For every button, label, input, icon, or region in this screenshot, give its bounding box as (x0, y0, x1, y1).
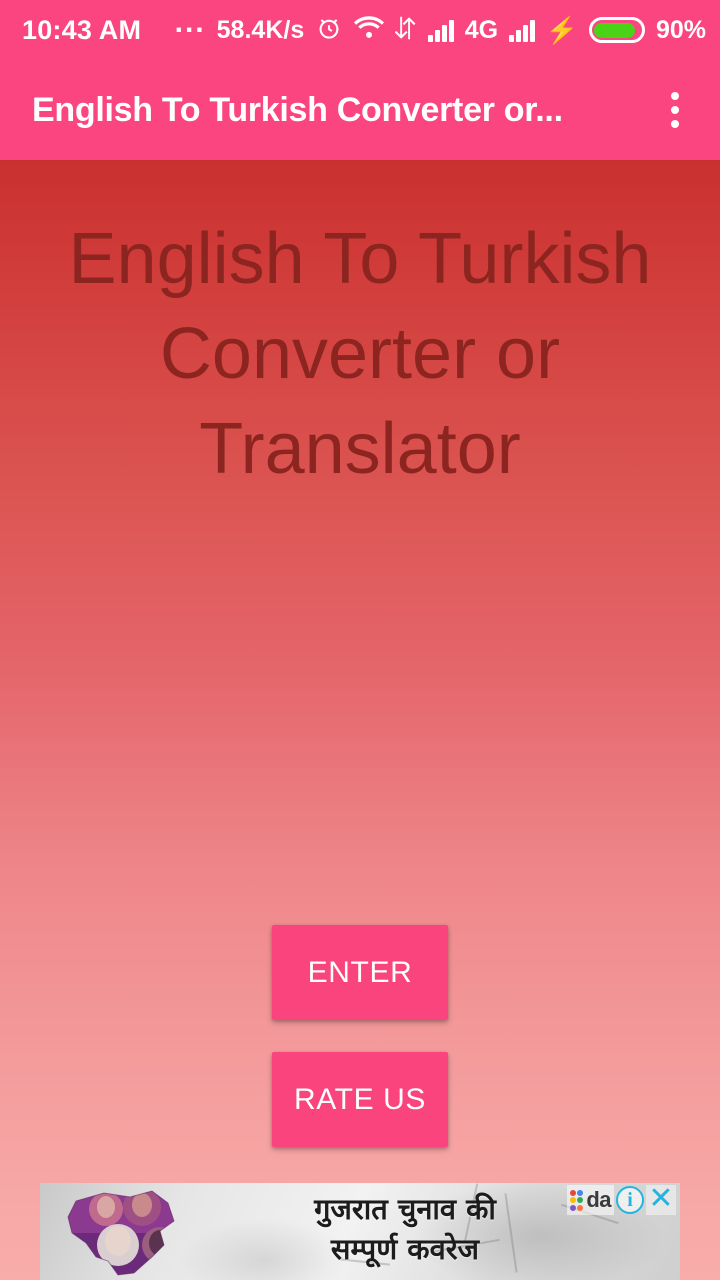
data-transfer-icon (394, 15, 417, 46)
signal-bars-icon (428, 18, 454, 42)
ad-info-icon[interactable]: i (616, 1186, 644, 1214)
status-bar: 10:43 AM ... 58.4K/s 4G ⚡ 90% (0, 0, 720, 60)
ad-headline-line-2: सम्पूर्ण कवरेज (330, 1232, 480, 1266)
app-bar: English To Turkish Converter or... (0, 60, 720, 160)
rate-us-button[interactable]: RATE US (272, 1052, 448, 1147)
battery-percent-label: 90% (655, 15, 706, 44)
lightning-bolt-icon: ⚡ (545, 15, 578, 45)
dailyhunt-dots-icon (569, 1189, 584, 1211)
ad-headline: गुजरात चुनाव की सम्पूर्ण कवरेज (240, 1189, 570, 1269)
network-speed-label: 58.4K/s (216, 15, 305, 44)
wifi-icon (354, 15, 385, 45)
ad-banner[interactable]: गुजरात चुनाव की सम्पूर्ण कवरेज da i ✕ (40, 1183, 680, 1280)
status-bar-icons: ... 58.4K/s 4G ⚡ 90% (174, 6, 706, 47)
battery-icon (588, 17, 645, 43)
overflow-menu-icon[interactable] (648, 75, 702, 145)
dailyhunt-label: da (586, 1187, 611, 1212)
button-stack: ENTER RATE US (0, 925, 720, 1147)
ad-controls: da i ✕ (566, 1184, 676, 1215)
dailyhunt-logo-icon: da (566, 1185, 614, 1215)
page-headline: English To Turkish Converter or Translat… (68, 219, 652, 489)
network-type-label: 4G (464, 15, 499, 44)
enter-button[interactable]: ENTER (272, 925, 448, 1020)
status-bar-clock: 10:43 AM (22, 14, 142, 45)
ad-close-icon[interactable]: ✕ (646, 1184, 676, 1215)
ad-headline-line-1: गुजरात चुनाव की (314, 1192, 496, 1226)
gujarat-map-icon (67, 1190, 175, 1276)
phone-screen: 10:43 AM ... 58.4K/s 4G ⚡ 90% English To… (0, 0, 720, 1280)
alarm-clock-icon (315, 14, 343, 47)
signal-bars-icon-secondary (509, 18, 535, 42)
app-bar-title: English To Turkish Converter or... (32, 90, 563, 129)
status-bar-overflow-ellipsis: ... (174, 6, 206, 39)
main-content: English To Turkish Converter or Translat… (0, 160, 720, 1280)
